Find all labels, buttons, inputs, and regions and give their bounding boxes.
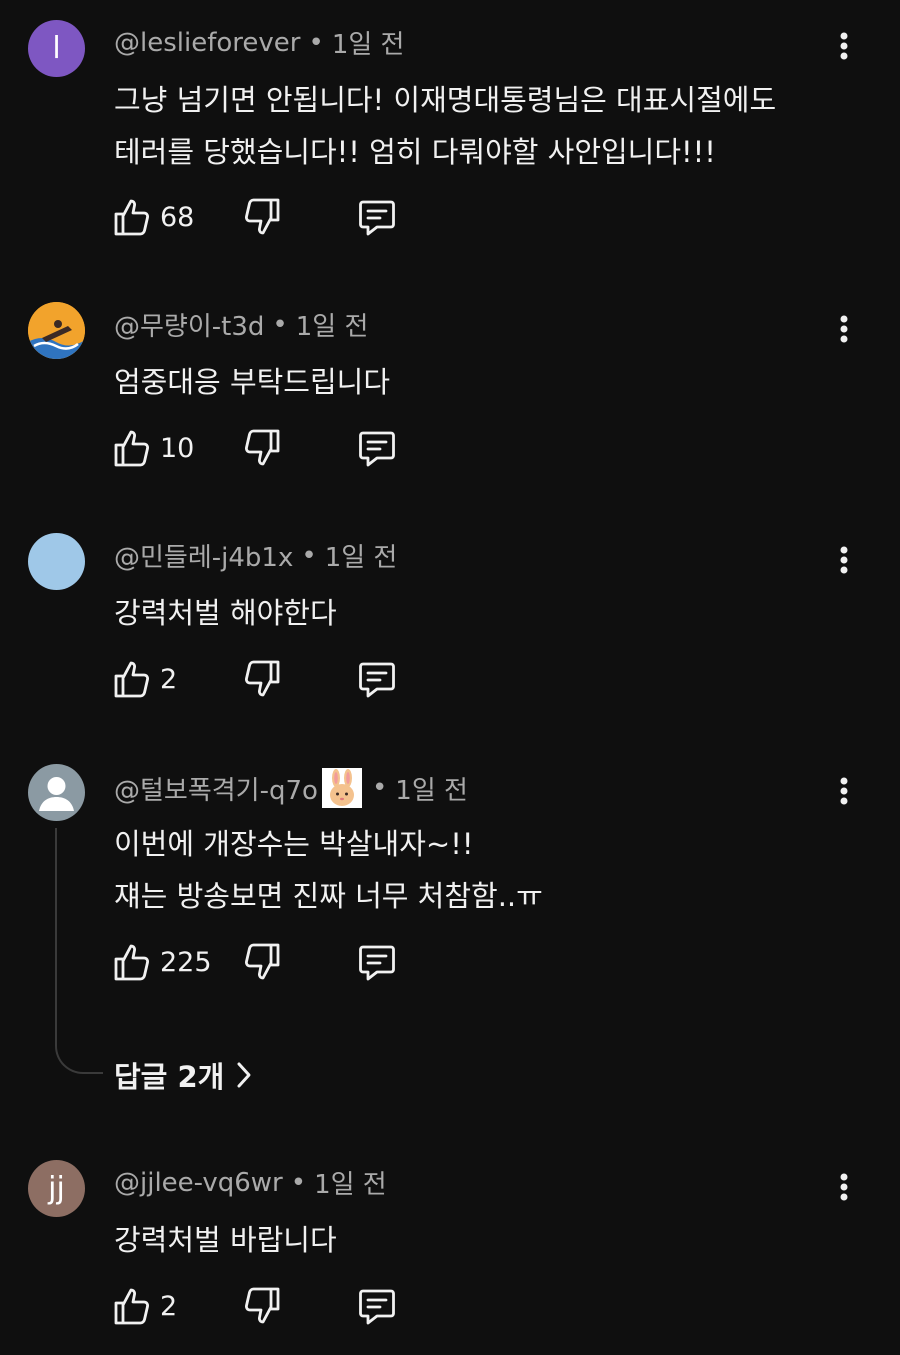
more-vertical-icon (840, 32, 848, 60)
comment-text-line: 엄중대응 부탁드립니다 (114, 365, 391, 399)
like-button[interactable]: 68 (112, 197, 242, 237)
thumbs-down-icon (245, 198, 280, 235)
comment-time: 1일 전 (295, 312, 369, 342)
comment-text: 강력처벌 해야한다 (114, 587, 834, 639)
like-count: 68 (160, 201, 195, 233)
meta-separator: • (308, 27, 324, 58)
comment-text-line: 쟤는 방송보면 진짜 너무 처참함..ㅠ (114, 879, 543, 913)
more-vertical-icon (840, 546, 848, 574)
comment-author[interactable]: @leslieforever (114, 28, 300, 58)
avatar[interactable] (28, 533, 85, 590)
like-count: 225 (160, 946, 212, 978)
default-avatar-icon (39, 777, 74, 811)
dislike-button[interactable] (242, 942, 357, 982)
dislike-button[interactable] (242, 1286, 357, 1326)
comment-meta: @leslieforever • 1일 전 (114, 24, 404, 61)
meta-separator: • (290, 1167, 307, 1198)
like-button[interactable]: 2 (112, 659, 242, 699)
reply-button[interactable] (357, 1286, 397, 1326)
comment-meta: @무량이-t3d • 1일 전 (114, 306, 368, 343)
more-vertical-icon (840, 777, 848, 805)
more-options-button[interactable] (824, 771, 864, 811)
comment-reply-icon (359, 1289, 395, 1325)
avatar-image (28, 302, 85, 359)
reply-button[interactable] (357, 659, 397, 699)
avatar-letter: jj (48, 1171, 65, 1206)
reply-button[interactable] (357, 197, 397, 237)
comment-reply-icon (359, 200, 395, 236)
thumbs-up-icon (114, 199, 149, 236)
thumbs-up-icon (114, 661, 149, 698)
comment-text: 이번에 개장수는 박살내자~!! 쟤는 방송보면 진짜 너무 처참함..ㅠ (114, 818, 834, 922)
comment-reply-icon (359, 431, 395, 467)
meta-separator: • (371, 773, 388, 803)
like-count: 2 (160, 1290, 178, 1322)
more-options-button[interactable] (824, 540, 864, 580)
view-replies-button[interactable]: 답글 2개 (114, 1054, 254, 1096)
chevron-right-icon (237, 1062, 251, 1088)
meta-separator: • (301, 540, 317, 571)
comment-author[interactable]: @털보폭격기-q7o (114, 770, 318, 807)
view-replies-label: 답글 2개 (114, 1060, 225, 1094)
comment-actions: 68 (112, 197, 397, 237)
reply-thread-line (55, 828, 103, 1074)
avatar[interactable]: jj (28, 1160, 85, 1217)
like-button[interactable]: 225 (112, 942, 242, 982)
comment-text: 강력처벌 바랍니다 (114, 1214, 834, 1266)
avatar[interactable] (28, 302, 85, 359)
comment-meta: @민들레-j4b1x • 1일 전 (114, 537, 397, 574)
comment-reply-icon (359, 662, 395, 698)
like-button[interactable]: 2 (112, 1286, 242, 1326)
more-options-button[interactable] (824, 1167, 864, 1207)
comment-author[interactable]: @민들레-j4b1x (114, 537, 293, 574)
thumbs-up-icon (114, 944, 149, 981)
comment-text-line: 테러를 당했습니다!! 엄히 다뤄야할 사안입니다!!! (114, 135, 716, 169)
comment-actions: 2 (112, 1286, 397, 1326)
avatar[interactable]: l (28, 20, 85, 77)
thumbs-down-icon (245, 1287, 280, 1324)
comment-text-line: 이번에 개장수는 박살내자~!! (114, 827, 474, 861)
comment-time: 1일 전 (324, 543, 398, 573)
like-count: 2 (160, 663, 178, 695)
comment-text: 엄중대응 부탁드립니다 (114, 356, 834, 408)
more-vertical-icon (840, 1173, 848, 1201)
thumbs-up-icon (114, 430, 149, 467)
comment-time: 1일 전 (395, 775, 468, 806)
comment-meta: @털보폭격기-q7o • 1일 전 (114, 768, 468, 808)
comment-meta: @jjlee-vq6wr • 1일 전 (114, 1164, 387, 1201)
comment-text: 그냥 넘기면 안됩니다! 이재명대통령님은 대표시절에도 테러를 당했습니다!!… (114, 74, 834, 178)
thumbs-down-icon (245, 660, 280, 697)
dislike-button[interactable] (242, 428, 357, 468)
comment-time: 1일 전 (314, 1170, 387, 1200)
reply-button[interactable] (357, 942, 397, 982)
more-options-button[interactable] (824, 26, 864, 66)
comment-text-line: 강력처벌 해야한다 (114, 596, 337, 630)
bunny-emoji-icon (321, 768, 362, 808)
avatar-letter: l (52, 31, 61, 66)
comment-time: 1일 전 (331, 30, 405, 60)
comment-text-line: 그냥 넘기면 안됩니다! 이재명대통령님은 대표시절에도 (114, 83, 777, 117)
comment-text-line: 강력처벌 바랍니다 (114, 1223, 337, 1257)
comment-reply-icon (359, 945, 395, 981)
reply-button[interactable] (357, 428, 397, 468)
thumbs-up-icon (114, 1288, 149, 1325)
dislike-button[interactable] (242, 659, 357, 699)
meta-separator: • (272, 309, 288, 340)
dislike-button[interactable] (242, 197, 357, 237)
more-options-button[interactable] (824, 309, 864, 349)
thumbs-down-icon (245, 943, 280, 980)
more-vertical-icon (840, 315, 848, 343)
comment-actions: 225 (112, 942, 397, 982)
comment-author[interactable]: @무량이-t3d (114, 306, 264, 343)
thumbs-down-icon (245, 429, 280, 466)
like-button[interactable]: 10 (112, 428, 242, 468)
comment-author[interactable]: @jjlee-vq6wr (114, 1168, 283, 1198)
avatar[interactable] (28, 764, 85, 821)
comment-actions: 10 (112, 428, 397, 468)
like-count: 10 (160, 432, 195, 464)
comment-actions: 2 (112, 659, 397, 699)
